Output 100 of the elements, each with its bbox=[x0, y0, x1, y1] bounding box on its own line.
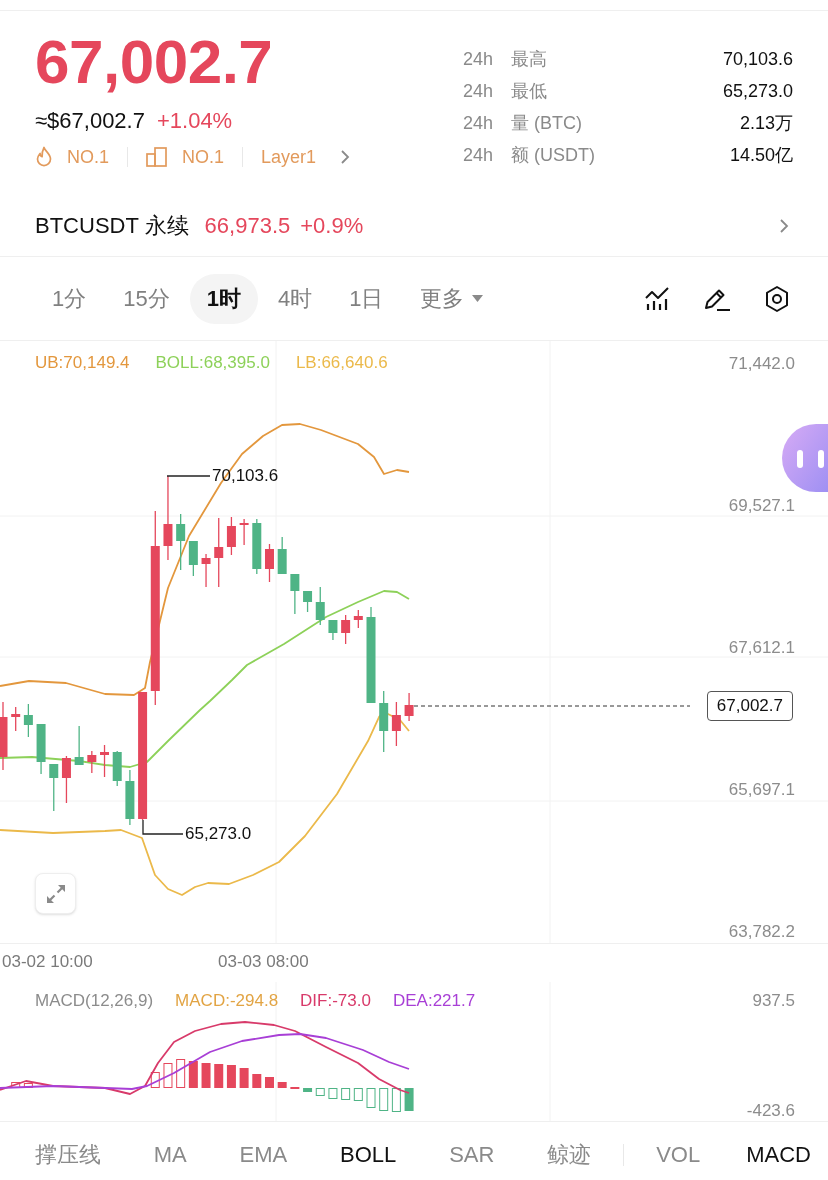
indicator-tab[interactable]: BOLL bbox=[340, 1139, 397, 1170]
candle bbox=[0, 701, 8, 771]
macd-bar bbox=[379, 1088, 389, 1111]
macd-bar bbox=[176, 1059, 186, 1088]
interval-tab[interactable]: 15分 bbox=[106, 273, 187, 324]
stat-label: 量 (BTC) bbox=[511, 111, 583, 135]
chevron-right-icon[interactable] bbox=[340, 149, 351, 165]
axis-label: -423.6 bbox=[746, 1100, 795, 1122]
leader-line bbox=[142, 819, 184, 835]
rank-label: NO.1 bbox=[67, 145, 109, 169]
macd-bar bbox=[341, 1088, 351, 1100]
candle bbox=[11, 706, 21, 732]
line-chart-icon[interactable] bbox=[644, 285, 670, 312]
stat-value: 70,103.6 bbox=[722, 47, 793, 71]
expand-icon bbox=[45, 883, 66, 904]
indicator-tab[interactable]: VOL bbox=[656, 1139, 701, 1170]
macd-bar bbox=[150, 1072, 160, 1088]
price-change: +1.04% bbox=[156, 106, 233, 135]
candle bbox=[290, 573, 300, 615]
macd-bar bbox=[226, 1065, 236, 1088]
band-legend: LB:66,640.6 bbox=[295, 352, 388, 374]
indicator-tab[interactable]: SAR bbox=[449, 1139, 495, 1170]
macd-bar bbox=[303, 1088, 313, 1092]
macd-bar bbox=[163, 1063, 173, 1088]
macd-bar bbox=[23, 1083, 33, 1088]
candle bbox=[36, 723, 46, 775]
candle bbox=[188, 540, 198, 577]
stat-label: 最低 bbox=[511, 79, 548, 103]
macd-legend: DIF:-73.0 bbox=[300, 990, 371, 1012]
candle bbox=[277, 536, 287, 575]
candle bbox=[100, 744, 109, 778]
candle bbox=[226, 516, 236, 556]
macd-bar bbox=[366, 1088, 376, 1108]
candle bbox=[125, 769, 135, 826]
macd-bar bbox=[353, 1088, 363, 1101]
indicator-tab[interactable]: 鲸迹 bbox=[547, 1139, 592, 1170]
interval-tab[interactable]: 1分 bbox=[35, 273, 104, 324]
candle bbox=[328, 619, 338, 641]
last-price: 67,002.7 bbox=[35, 31, 274, 93]
last-price-tag: 67,002.7 bbox=[706, 691, 793, 721]
band-legend: UB:70,149.4 bbox=[35, 352, 130, 374]
candle bbox=[23, 703, 33, 738]
macd-bar bbox=[239, 1068, 249, 1088]
macd-bar bbox=[11, 1082, 21, 1088]
candle bbox=[353, 609, 363, 629]
stat-value: 65,273.0 bbox=[722, 79, 793, 103]
interval-tab[interactable]: 1日 bbox=[332, 273, 401, 324]
candle bbox=[61, 755, 71, 804]
candle bbox=[176, 513, 186, 571]
settings-icon[interactable] bbox=[764, 284, 790, 313]
macd-bar bbox=[214, 1064, 224, 1088]
stat-value: 2.13万 bbox=[739, 111, 793, 135]
rank-label: NO.1 bbox=[182, 145, 225, 169]
indicator-tab[interactable]: MACD bbox=[746, 1139, 811, 1170]
more-dropdown[interactable]: 更多 bbox=[403, 273, 501, 324]
candle bbox=[404, 692, 414, 722]
interval-tab[interactable]: 4时 bbox=[261, 273, 330, 324]
axis-label: 67,612.1 bbox=[728, 637, 795, 659]
candle bbox=[341, 614, 351, 645]
candle bbox=[315, 586, 325, 626]
leader-line bbox=[166, 475, 211, 477]
blocks-icon bbox=[146, 147, 168, 167]
caret-down-icon bbox=[472, 295, 484, 302]
macd-bar bbox=[277, 1082, 287, 1088]
candle bbox=[112, 750, 122, 787]
indicator-tab[interactable]: MA bbox=[153, 1139, 187, 1170]
stat-period: 24h bbox=[463, 47, 494, 71]
candle bbox=[214, 517, 224, 588]
candle bbox=[252, 518, 262, 575]
axis-label: 937.5 bbox=[752, 990, 795, 1012]
candle bbox=[49, 763, 59, 812]
candle bbox=[87, 750, 97, 774]
category-label: Layer1 bbox=[261, 145, 317, 169]
candle bbox=[201, 553, 211, 588]
stat-period: 24h bbox=[463, 111, 494, 135]
stat-period: 24h bbox=[463, 79, 494, 103]
time-label: 03-03 08:00 bbox=[218, 951, 309, 973]
low-price-label: 65,273.0 bbox=[185, 823, 252, 845]
axis-label: 63,782.2 bbox=[728, 921, 795, 943]
contract-price: 66,973.5 bbox=[204, 212, 291, 240]
macd-bar bbox=[201, 1063, 211, 1088]
interval-tab[interactable]: 1时 bbox=[189, 273, 258, 324]
assistant-bubble-icon[interactable] bbox=[782, 424, 828, 492]
candle bbox=[379, 690, 389, 753]
flame-icon bbox=[35, 146, 53, 168]
macd-bar bbox=[404, 1088, 414, 1111]
expand-button[interactable] bbox=[35, 873, 76, 914]
candle bbox=[74, 725, 84, 766]
stat-value: 14.50亿 bbox=[729, 143, 793, 167]
usd-price: ≈$67,002.7 bbox=[35, 106, 145, 135]
macd-bar bbox=[252, 1074, 262, 1088]
indicator-tab[interactable]: EMA bbox=[239, 1139, 288, 1170]
axis-label: 71,442.0 bbox=[728, 353, 795, 375]
contract-name: BTCUSDT 永续 bbox=[35, 212, 189, 240]
chevron-right-icon[interactable] bbox=[779, 217, 789, 234]
candle bbox=[265, 543, 274, 583]
axis-label: 65,697.1 bbox=[728, 779, 795, 801]
macd-bar bbox=[391, 1088, 401, 1112]
macd-bar bbox=[188, 1061, 198, 1088]
indicator-tab[interactable]: 撑压线 bbox=[35, 1139, 101, 1170]
